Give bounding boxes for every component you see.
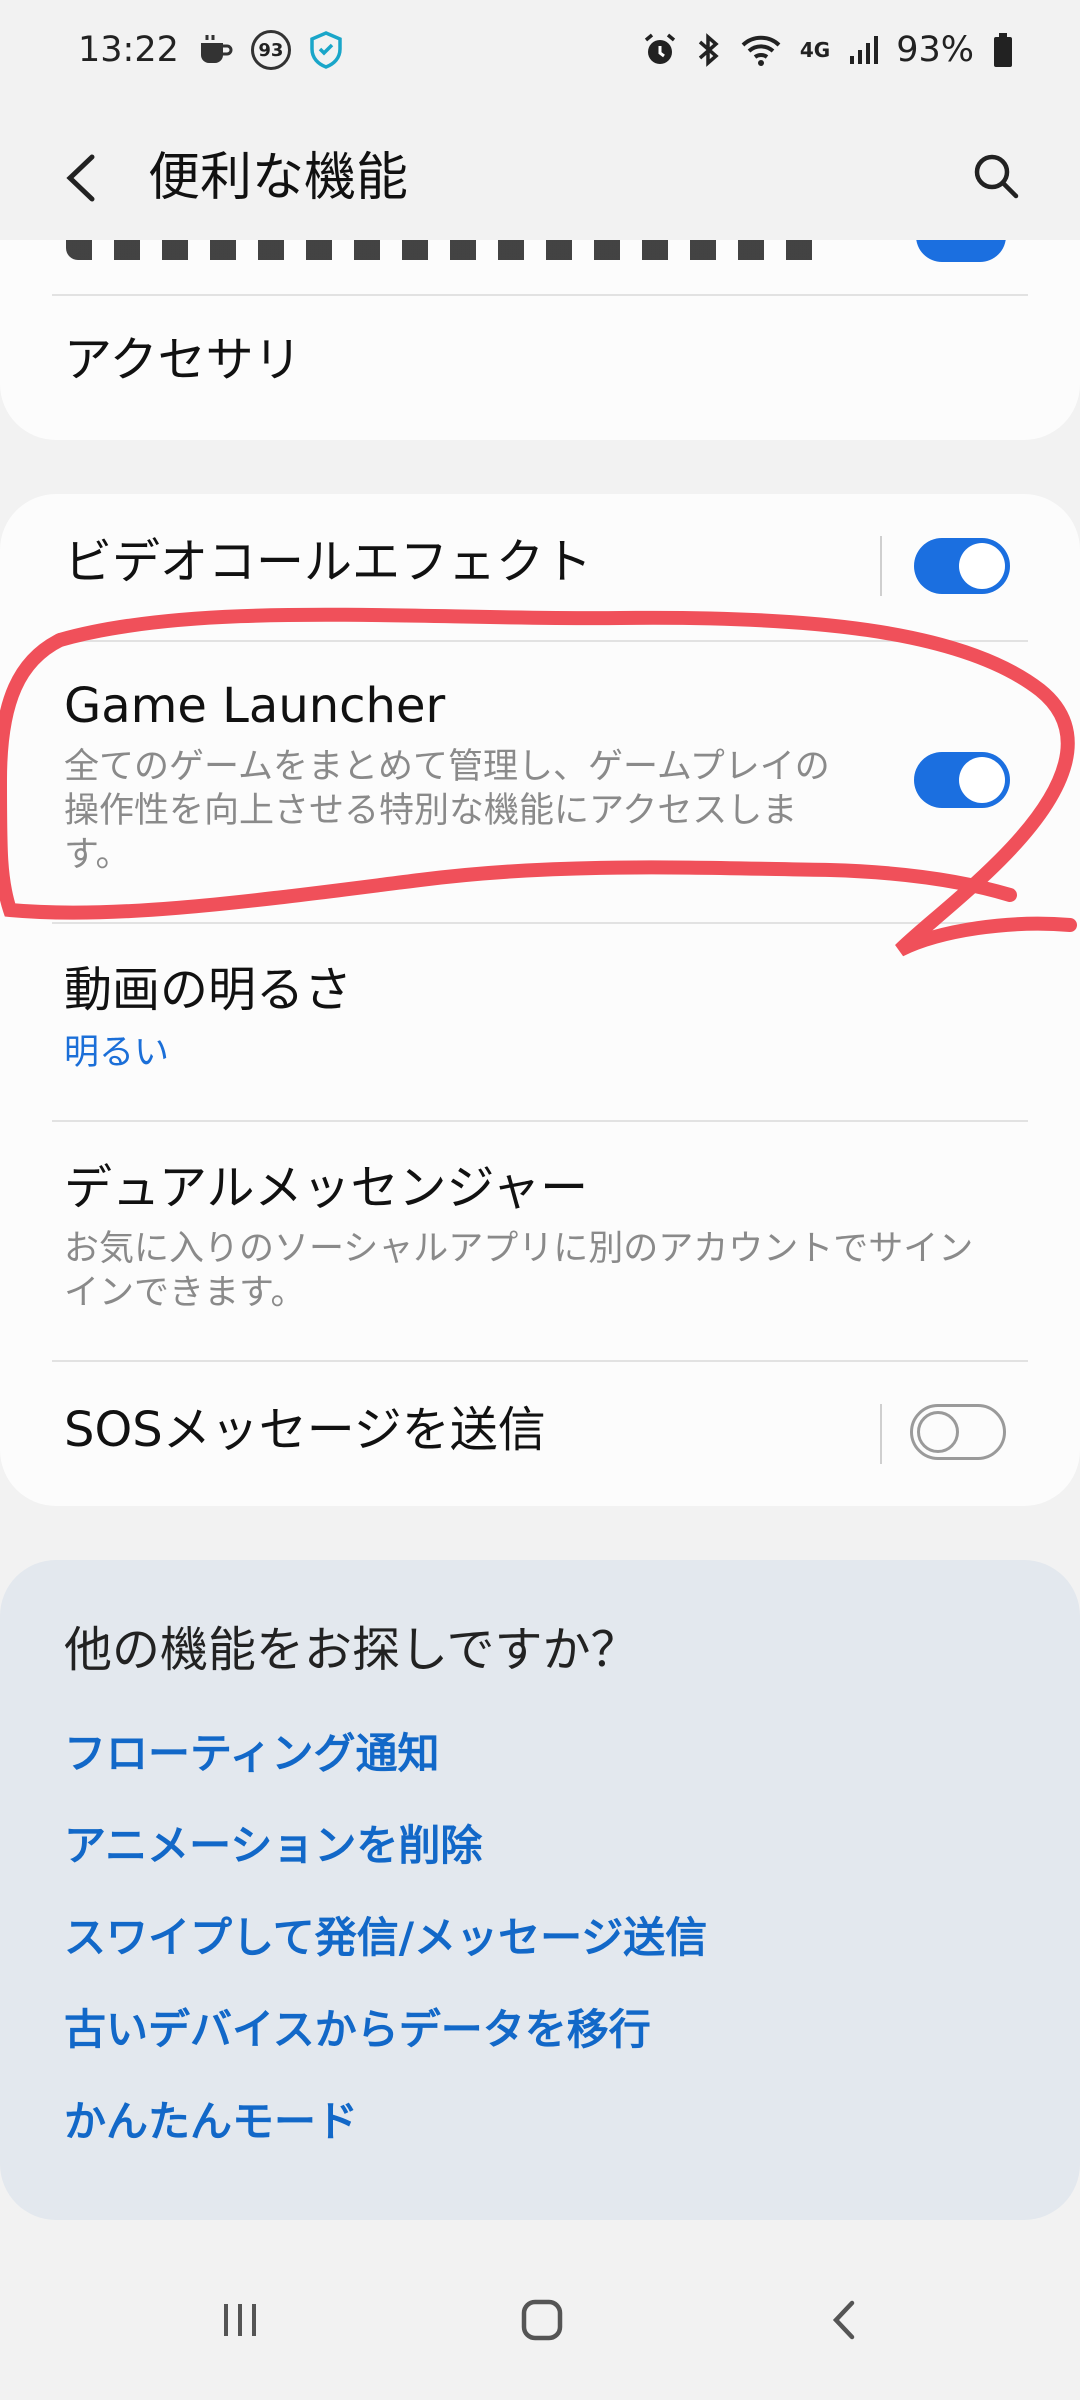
signal-icon: [848, 34, 879, 66]
video-brightness-row[interactable]: 動画の明るさ 明るい: [0, 924, 1080, 1116]
recent-apps-icon: [224, 2304, 256, 2336]
battery-icon: [992, 32, 1014, 68]
settings-card-top: アクセサリ: [0, 240, 1080, 440]
back-nav-icon: [832, 2300, 855, 2340]
sos-message-row[interactable]: SOSメッセージを送信: [0, 1362, 1080, 1506]
partial-row-toggle[interactable]: [916, 240, 1006, 262]
vertical-separator: [880, 1404, 882, 1464]
suggestion-link-floating-notification[interactable]: フローティング通知: [64, 1726, 439, 1782]
battery-percentage: 93%: [896, 30, 974, 70]
toggle-knob: [959, 757, 1005, 803]
back-button[interactable]: [52, 148, 112, 208]
wifi-icon: [740, 33, 782, 67]
toggle-knob: [959, 543, 1005, 589]
game-launcher-desc-line-2: 操作性を向上させる特別な機能にアクセスしま: [64, 791, 798, 831]
shield-icon: [309, 31, 343, 69]
dual-messenger-desc-line-1: お気に入りのソーシャルアプリに別のアカウントでサイン: [64, 1229, 974, 1269]
dual-messenger-desc-line-2: インできます。: [64, 1273, 306, 1313]
search-icon: [974, 154, 1019, 199]
suggestion-link-easy-mode[interactable]: かんたんモード: [64, 2094, 358, 2150]
video-brightness-title: 動画の明るさ: [64, 962, 353, 1018]
video-call-effect-title: ビデオコールエフェクト: [64, 534, 593, 590]
network-type-label: 4G: [799, 38, 831, 62]
suggestion-link-transfer-data[interactable]: 古いデバイスからデータを移行: [64, 2002, 651, 2058]
status-left: 13:22 93: [78, 30, 343, 70]
dual-messenger-title: デュアルメッセンジャー: [64, 1160, 589, 1216]
back-nav-button[interactable]: [804, 2280, 884, 2360]
status-time: 13:22: [78, 30, 179, 70]
partial-row-text: [66, 240, 826, 260]
bluetooth-icon: [696, 32, 722, 68]
notification-count-badge: 93: [250, 30, 291, 70]
game-launcher-toggle[interactable]: [914, 752, 1010, 808]
recent-apps-button[interactable]: [200, 2280, 280, 2360]
status-right: 4G 93%: [642, 30, 1014, 70]
accessory-title: アクセサリ: [64, 332, 302, 388]
toggle-knob: [917, 1411, 959, 1453]
game-launcher-title: Game Launcher: [64, 678, 446, 734]
game-launcher-desc-line-3: す。: [64, 835, 131, 875]
sos-message-toggle[interactable]: [910, 1404, 1006, 1460]
partially-visible-row: [66, 240, 1026, 292]
vertical-separator: [880, 536, 882, 596]
chevron-left-icon: [66, 154, 95, 202]
video-call-effect-row[interactable]: ビデオコールエフェクト: [0, 494, 1080, 638]
page-title: 便利な機能: [148, 148, 409, 208]
navigation-bar: [0, 2240, 1080, 2400]
home-icon: [521, 2299, 563, 2341]
home-button[interactable]: [502, 2280, 582, 2360]
status-bar: 13:22 93 4G 93%: [0, 0, 1080, 100]
video-call-effect-toggle[interactable]: [914, 538, 1010, 594]
game-launcher-row[interactable]: Game Launcher 全てのゲームをまとめて管理し、ゲームプレイの 操作性…: [0, 642, 1080, 918]
game-launcher-desc-line-1: 全てのゲームをまとめて管理し、ゲームプレイの: [64, 747, 830, 787]
suggestions-card: 他の機能をお探しですか？ フローティング通知 アニメーションを削除 スワイプして…: [0, 1560, 1080, 2220]
alarm-icon: [642, 32, 678, 68]
settings-card-main: ビデオコールエフェクト Game Launcher 全てのゲームをまとめて管理し…: [0, 494, 1080, 1506]
cup-icon: [197, 33, 233, 67]
accessory-row[interactable]: アクセサリ: [0, 296, 1080, 440]
suggestion-link-remove-animation[interactable]: アニメーションを削除: [64, 1818, 482, 1874]
video-brightness-value: 明るい: [64, 1033, 170, 1073]
dual-messenger-row[interactable]: デュアルメッセンジャー お気に入りのソーシャルアプリに別のアカウントでサイン イ…: [0, 1122, 1080, 1360]
suggestion-link-swipe-call[interactable]: スワイプして発信/メッセージ送信: [64, 1910, 707, 1966]
suggestions-title: 他の機能をお探しですか？: [64, 1622, 639, 1678]
search-button[interactable]: [966, 146, 1026, 206]
sos-message-title: SOSメッセージを送信: [64, 1402, 546, 1458]
